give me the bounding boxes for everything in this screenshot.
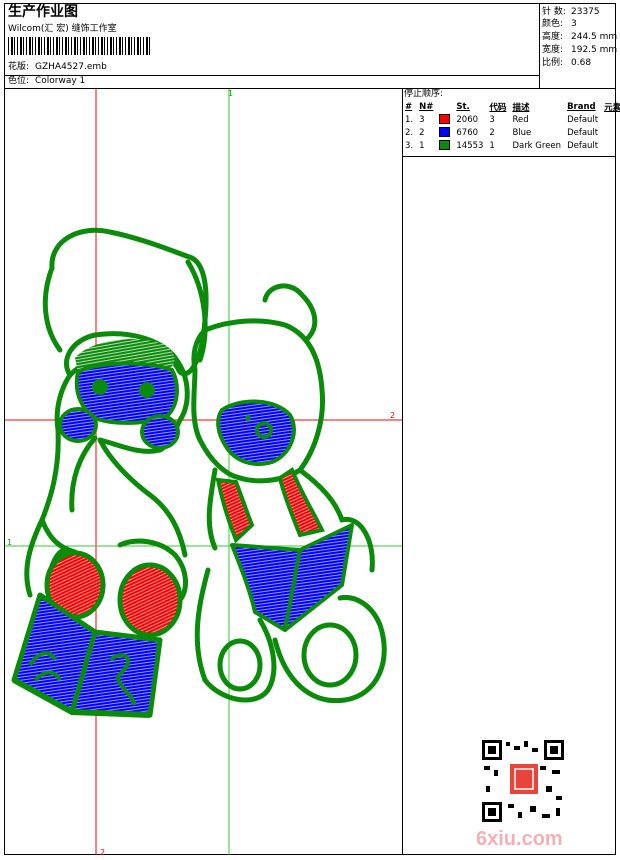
cheek-left [58,407,98,443]
eye-left [92,379,108,395]
eye-right [139,382,155,398]
guide-label-top: 1 [228,89,233,98]
guide-label-left: 1 [7,538,12,547]
foot-right-red [117,562,183,638]
cheek-right [140,414,180,450]
qr-code [480,738,566,824]
design-canvas: 1 2 1 2 [5,89,566,857]
guide-label-right: 2 [390,411,395,420]
bear-scarf-left [215,477,255,544]
watermark: 6xiu.com [476,828,563,850]
bear-eye [245,415,251,421]
bear-book [230,523,354,632]
guide-label-bottom: 2 [100,848,105,857]
